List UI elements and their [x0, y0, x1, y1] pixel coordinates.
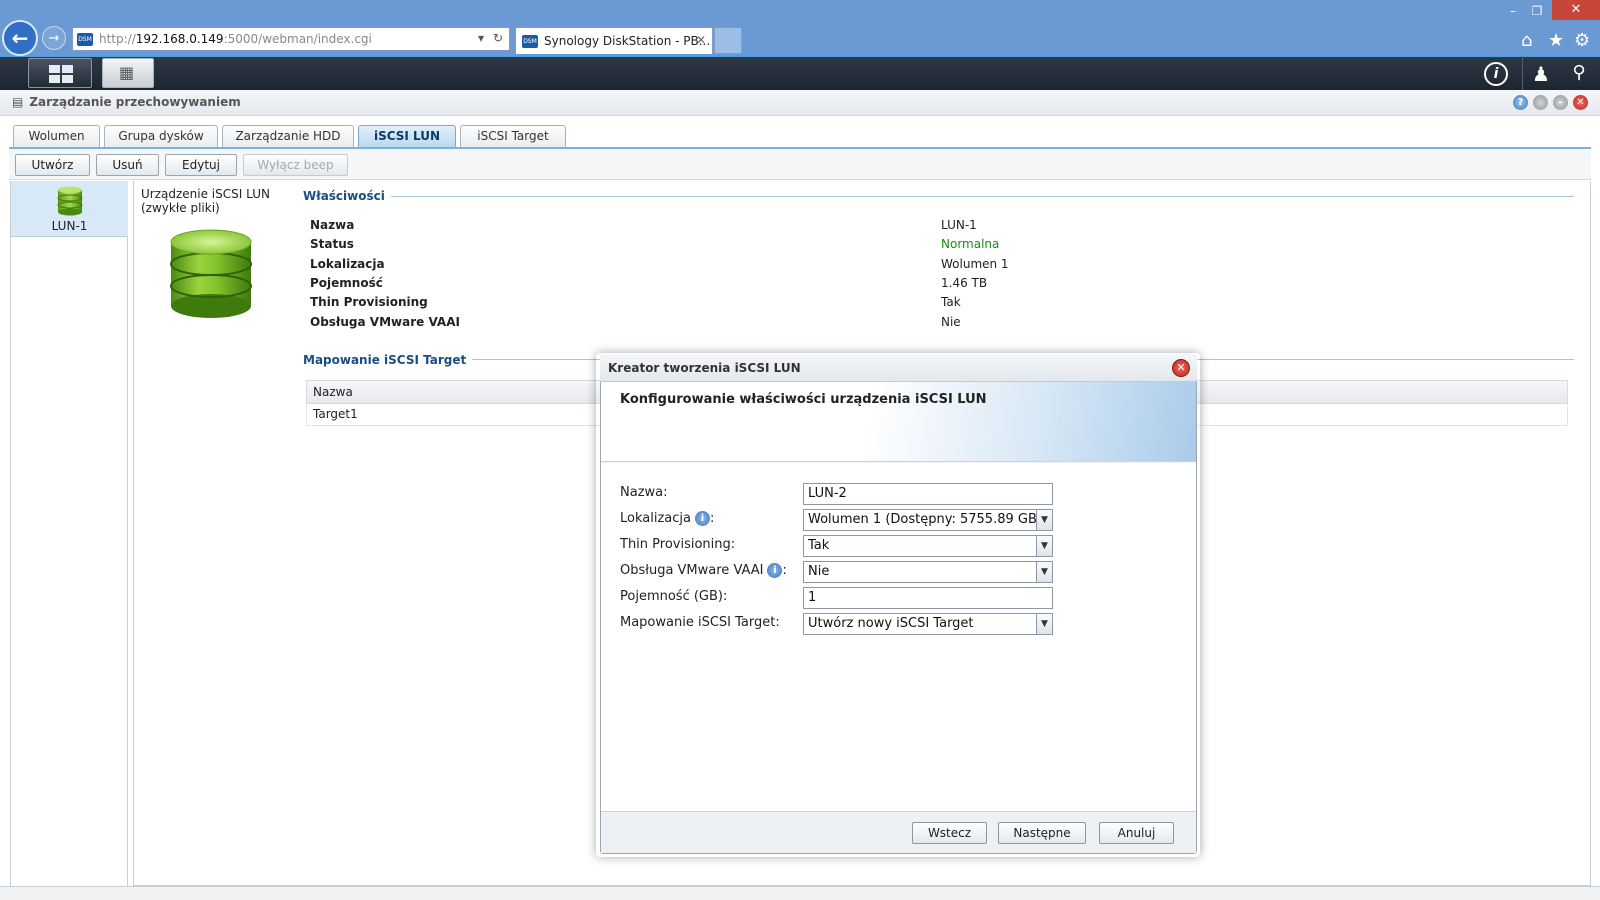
- location-select[interactable]: Wolumen 1 (Dostępny: 5755.89 GB) ▼: [803, 509, 1053, 531]
- mapping-section-title: Mapowanie iSCSI Target: [303, 353, 473, 367]
- capacity-input[interactable]: 1: [803, 587, 1053, 609]
- thin-provisioning-label: Thin Provisioning:: [620, 537, 736, 552]
- dialog-close-icon[interactable]: ✕: [1172, 359, 1190, 377]
- user-icon[interactable]: ♟: [1528, 62, 1554, 86]
- property-label: Lokalizacja: [310, 257, 385, 271]
- forward-button[interactable]: →: [42, 26, 66, 50]
- property-value: 1.46 TB: [941, 276, 988, 290]
- capacity-label: Pojemność (GB):: [620, 589, 728, 604]
- chevron-down-icon[interactable]: ▼: [1036, 562, 1052, 582]
- back-wizard-button[interactable]: Wstecz: [912, 822, 987, 844]
- dsm-favicon-icon: DSM: [77, 32, 93, 46]
- chevron-down-icon[interactable]: ▼: [1036, 510, 1052, 530]
- help-icon[interactable]: ?: [1513, 95, 1528, 110]
- property-value: Tak: [941, 295, 961, 309]
- info-icon[interactable]: i: [1484, 62, 1508, 86]
- dropdown-arrow-icon[interactable]: ▾: [478, 31, 484, 45]
- restore-window-icon[interactable]: ❐: [1524, 2, 1550, 20]
- target-mapping-label: Mapowanie iSCSI Target:: [620, 615, 780, 630]
- close-window-button[interactable]: ✕: [1552, 0, 1600, 20]
- property-label: Thin Provisioning: [310, 295, 428, 309]
- pin-icon[interactable]: [1533, 95, 1548, 110]
- close-app-icon[interactable]: ✕: [1573, 95, 1588, 110]
- minimize-window-icon[interactable]: –: [1500, 2, 1526, 20]
- name-input[interactable]: LUN-2: [803, 483, 1053, 505]
- disable-beep-button[interactable]: Wyłącz beep: [243, 154, 348, 176]
- window-title: ▤ Zarządzanie przechowywaniem: [12, 95, 241, 109]
- minimize-app-icon[interactable]: –: [1553, 95, 1568, 110]
- lun-list: [10, 181, 128, 886]
- device-type-label: Urządzenie iSCSI LUN (zwykłe pliki): [141, 187, 270, 215]
- cancel-button[interactable]: Anuluj: [1099, 822, 1174, 844]
- lun-list-item[interactable]: LUN-1: [11, 181, 128, 237]
- home-icon[interactable]: ⌂: [1521, 30, 1532, 51]
- property-label: Pojemność: [310, 276, 383, 290]
- vaai-select[interactable]: Nie ▼: [803, 561, 1053, 583]
- properties-section-title: Właściwości: [303, 189, 391, 203]
- database-icon: [57, 186, 83, 216]
- favorites-star-icon[interactable]: ★: [1548, 30, 1564, 51]
- info-icon[interactable]: i: [694, 511, 710, 526]
- refresh-icon[interactable]: ↻: [493, 31, 503, 45]
- storage-manager-icon: ▦: [119, 63, 135, 82]
- target-mapping-select[interactable]: Utwórz nowy iSCSI Target ▼: [803, 613, 1053, 635]
- dialog-title: Kreator tworzenia iSCSI LUN: [608, 361, 801, 375]
- dsm-favicon-icon: DSM: [522, 34, 538, 48]
- lun-list-item-label: LUN-1: [51, 219, 88, 233]
- main-menu-button[interactable]: [28, 58, 92, 88]
- tab-iscsi-lun[interactable]: iSCSI LUN: [358, 125, 456, 147]
- storage-manager-small-icon: ▤: [12, 95, 24, 109]
- location-label: Lokalizacja i:: [620, 511, 715, 526]
- database-large-icon: [170, 229, 252, 318]
- chevron-down-icon[interactable]: ▼: [1036, 614, 1052, 634]
- search-icon[interactable]: ⚲: [1566, 62, 1592, 83]
- taskbar-divider: [1522, 56, 1523, 90]
- storage-manager-taskbar-button[interactable]: ▦: [102, 58, 154, 88]
- property-label: Obsługa VMware VAAI: [310, 315, 460, 329]
- name-label: Nazwa:: [620, 485, 668, 500]
- edit-button[interactable]: Edytuj: [165, 154, 237, 176]
- address-url: http://192.168.0.149:5000/webman/index.c…: [99, 32, 372, 46]
- chevron-down-icon[interactable]: ▼: [1036, 536, 1052, 556]
- property-value: Wolumen 1: [941, 257, 1009, 271]
- create-button[interactable]: Utwórz: [15, 154, 90, 176]
- property-value: LUN-1: [941, 218, 977, 232]
- tab-title: Synology DiskStation - PB...: [544, 34, 711, 48]
- status-strip: [0, 886, 1600, 900]
- new-tab-button[interactable]: [714, 27, 742, 54]
- status-value: Normalna: [941, 237, 1000, 251]
- properties-section-line: [303, 196, 1574, 197]
- tab-strip: Wolumen Grupa dysków Zarządzanie HDD iSC…: [13, 125, 566, 147]
- info-icon[interactable]: i: [767, 563, 783, 578]
- back-button[interactable]: ←: [2, 20, 38, 56]
- property-label: Status: [310, 237, 354, 251]
- browser-tab[interactable]: DSM Synology DiskStation - PB... ✕: [515, 27, 713, 54]
- tab-wolumen[interactable]: Wolumen: [13, 125, 100, 147]
- tab-zarzadzanie-hdd[interactable]: Zarządzanie HDD: [222, 125, 354, 147]
- tab-grupa-dyskow[interactable]: Grupa dysków: [104, 125, 218, 147]
- address-bar[interactable]: DSM http://192.168.0.149:5000/webman/ind…: [72, 27, 510, 51]
- property-value: Nie: [941, 315, 961, 329]
- settings-gear-icon[interactable]: ⚙: [1574, 30, 1590, 51]
- property-label: Nazwa: [310, 218, 355, 232]
- main-menu-icon: [49, 65, 73, 83]
- thin-provisioning-select[interactable]: Tak ▼: [803, 535, 1053, 557]
- dsm-taskbar: [0, 56, 1600, 90]
- dialog-heading: Konfigurowanie właściwości urządzenia iS…: [620, 392, 987, 407]
- tab-iscsi-target[interactable]: iSCSI Target: [460, 125, 566, 147]
- close-tab-icon[interactable]: ✕: [696, 33, 706, 47]
- delete-button[interactable]: Usuń: [96, 154, 159, 176]
- vaai-label: Obsługa VMware VAAI i:: [620, 563, 787, 578]
- next-button[interactable]: Następne: [998, 822, 1086, 844]
